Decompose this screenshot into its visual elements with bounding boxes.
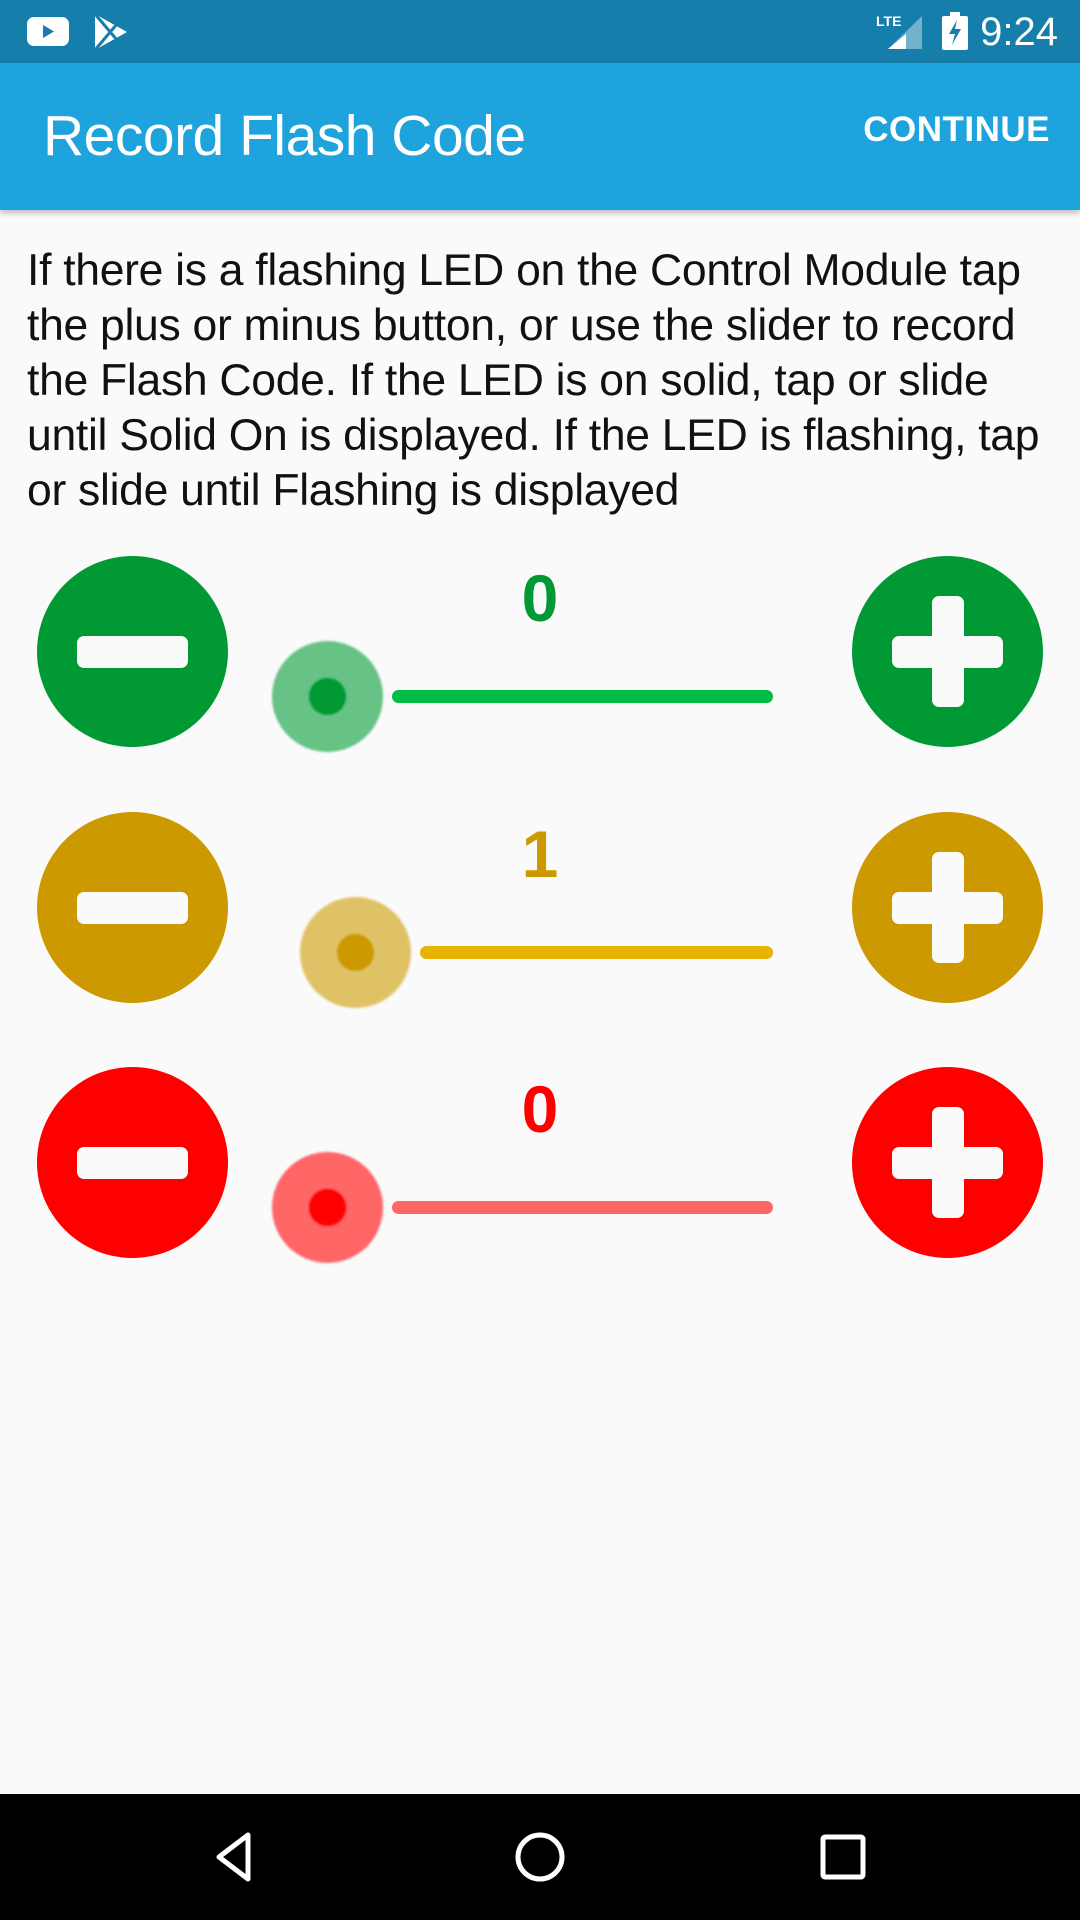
app-bar: Record Flash Code CONTINUE [0, 63, 1080, 210]
decrement-button[interactable] [37, 556, 228, 747]
home-button[interactable] [510, 1827, 570, 1887]
counter-row-green: 0 [0, 556, 1080, 756]
plus-icon [932, 596, 964, 707]
status-bar: LTE 9:24 [0, 0, 1080, 63]
slider-thumb[interactable] [272, 1152, 383, 1263]
count-value: 1 [521, 817, 559, 891]
minus-icon [77, 1147, 188, 1179]
minus-icon [77, 892, 188, 924]
increment-button[interactable] [852, 556, 1043, 747]
home-icon [515, 1832, 565, 1882]
navigation-bar [0, 1794, 1080, 1920]
slider-track [392, 1201, 773, 1214]
slider-thumb-dot [309, 678, 346, 715]
plus-icon [932, 1107, 964, 1218]
count-value: 0 [521, 561, 559, 635]
count-value: 0 [521, 1072, 559, 1146]
decrement-button[interactable] [37, 1067, 228, 1258]
slider-thumb[interactable] [300, 897, 411, 1008]
decrement-button[interactable] [37, 812, 228, 1003]
slider-thumb-dot [337, 934, 374, 971]
continue-button[interactable]: CONTINUE [863, 105, 1050, 155]
slider-thumb[interactable] [272, 641, 383, 752]
back-button[interactable] [206, 1827, 266, 1887]
flash-code-slider[interactable] [272, 641, 782, 752]
flash-code-slider[interactable] [272, 897, 782, 1008]
back-icon [216, 1832, 251, 1882]
minus-icon [77, 636, 188, 668]
counter-row-yellow: 1 [0, 812, 1080, 1012]
recents-icon [820, 1834, 866, 1880]
youtube-icon [27, 17, 69, 51]
instructions-text: If there is a flashing LED on the Contro… [27, 246, 1040, 515]
recents-button[interactable] [813, 1827, 873, 1887]
status-time: 9:24 [980, 10, 1058, 54]
lte-signal-icon: LTE [876, 12, 924, 55]
plus-icon [932, 852, 964, 963]
flash-code-slider[interactable] [272, 1152, 782, 1263]
slider-track [420, 946, 773, 959]
increment-button[interactable] [852, 812, 1043, 1003]
svg-text:LTE: LTE [876, 13, 901, 29]
battery-charging-icon [942, 12, 968, 55]
slider-track [392, 690, 773, 703]
page-title: Record Flash Code [43, 104, 526, 168]
increment-button[interactable] [852, 1067, 1043, 1258]
counter-row-red: 0 [0, 1067, 1080, 1267]
slider-thumb-dot [309, 1189, 346, 1226]
play-store-icon [93, 13, 129, 56]
